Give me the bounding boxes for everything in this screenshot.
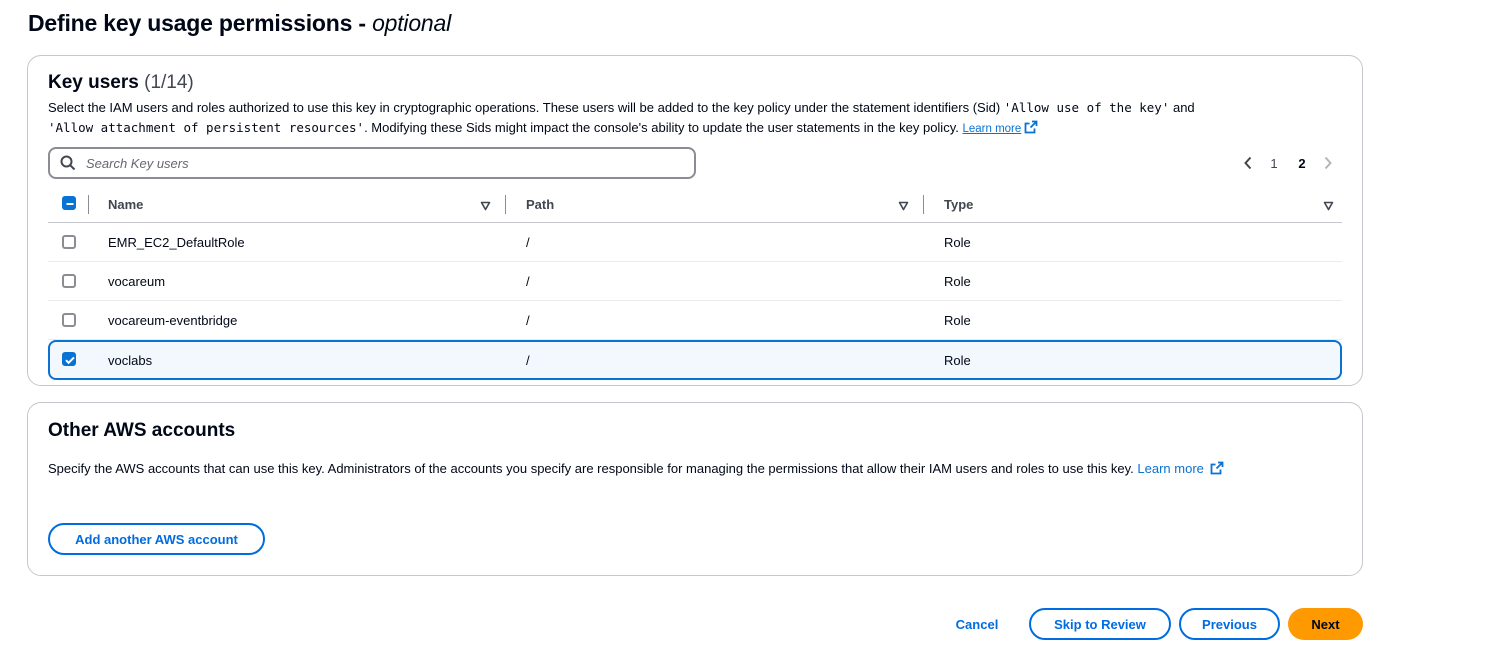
sort-caret-icon[interactable] <box>480 198 491 216</box>
row-type: Role <box>944 313 971 328</box>
key-users-desc-part1: Select the IAM users and roles authorize… <box>48 100 1004 115</box>
page-title: Define key usage permissions - optional <box>28 10 451 37</box>
other-aws-accounts-panel: Other AWS accounts Specify the AWS accou… <box>27 402 1363 576</box>
sort-caret-icon[interactable] <box>1323 198 1334 216</box>
table-row[interactable]: vocareum / Role <box>48 262 1342 301</box>
checkbox-indeterminate-icon <box>66 203 74 205</box>
row-checkbox[interactable] <box>62 235 76 249</box>
row-checkbox[interactable] <box>62 313 76 327</box>
row-path: / <box>526 313 530 328</box>
page-1-button[interactable]: 1 <box>1260 156 1288 171</box>
page-title-text: Define key usage permissions - <box>28 10 366 36</box>
key-users-learn-more-link[interactable]: Learn more <box>962 123 1021 135</box>
table-row-selected[interactable]: voclabs / Role <box>48 340 1342 380</box>
row-checkbox[interactable] <box>62 274 76 288</box>
key-users-desc-and: and <box>1169 100 1195 115</box>
cancel-button[interactable]: Cancel <box>948 608 1006 640</box>
key-users-count: (1/14) <box>144 72 194 93</box>
row-path: / <box>526 274 530 289</box>
chevron-right-icon[interactable] <box>1316 154 1340 172</box>
row-path: / <box>526 352 530 368</box>
row-type: Role <box>944 274 971 289</box>
chevron-left-icon[interactable] <box>1236 154 1260 172</box>
row-name: EMR_EC2_DefaultRole <box>108 235 245 250</box>
row-name: vocareum <box>108 274 166 289</box>
key-users-description: Select the IAM users and roles authorize… <box>48 98 1338 140</box>
column-divider[interactable] <box>505 195 506 214</box>
other-accounts-title: Other AWS accounts <box>48 420 236 441</box>
key-users-heading: Key users (1/14) <box>48 72 194 94</box>
row-type: Role <box>944 352 971 368</box>
other-accounts-description: Specify the AWS accounts that can use th… <box>48 459 1358 481</box>
column-divider[interactable] <box>923 195 924 214</box>
column-header-path[interactable]: Path <box>526 186 554 223</box>
row-path: / <box>526 235 530 250</box>
page-title-optional: optional <box>372 10 452 36</box>
key-users-panel: Key users (1/14) Select the IAM users an… <box>27 55 1363 386</box>
search-input[interactable] <box>86 154 676 172</box>
key-users-desc-part2: . Modifying these Sids might impact the … <box>364 120 963 135</box>
key-users-title: Key users <box>48 72 139 93</box>
row-name: voclabs <box>108 352 153 368</box>
sort-caret-icon[interactable] <box>898 198 909 216</box>
row-type: Role <box>944 235 971 250</box>
skip-to-review-button[interactable]: Skip to Review <box>1029 608 1171 640</box>
search-icon <box>60 155 76 176</box>
row-checkbox[interactable] <box>62 352 76 366</box>
sid-allow-attachment: 'Allow attachment of persistent resource… <box>48 120 365 135</box>
external-link-icon <box>1210 461 1224 481</box>
next-button[interactable]: Next <box>1288 608 1363 640</box>
pagination: 1 2 <box>1236 154 1340 172</box>
previous-button[interactable]: Previous <box>1179 608 1280 640</box>
page-2-button[interactable]: 2 <box>1288 156 1316 171</box>
row-name: vocareum-eventbridge <box>108 313 238 328</box>
search-field[interactable] <box>48 147 696 179</box>
add-aws-account-button[interactable]: Add another AWS account <box>48 523 265 555</box>
column-header-name[interactable]: Name <box>108 186 143 223</box>
other-accounts-desc-text: Specify the AWS accounts that can use th… <box>48 461 1138 476</box>
sid-allow-use: 'Allow use of the key' <box>1003 100 1170 115</box>
table-row[interactable]: vocareum-eventbridge / Role <box>48 301 1342 340</box>
column-divider <box>88 195 89 214</box>
table-row[interactable]: EMR_EC2_DefaultRole / Role <box>48 223 1342 262</box>
key-users-table: Name Path Type EMR_EC2_DefaultRole / Rol… <box>48 186 1342 380</box>
checkbox-checked-icon <box>65 356 75 365</box>
table-header: Name Path Type <box>48 186 1342 223</box>
other-accounts-learn-more-link[interactable]: Learn more <box>1137 461 1203 476</box>
column-header-type[interactable]: Type <box>944 186 973 223</box>
select-all-checkbox[interactable] <box>62 196 76 210</box>
external-link-icon <box>1024 120 1038 140</box>
